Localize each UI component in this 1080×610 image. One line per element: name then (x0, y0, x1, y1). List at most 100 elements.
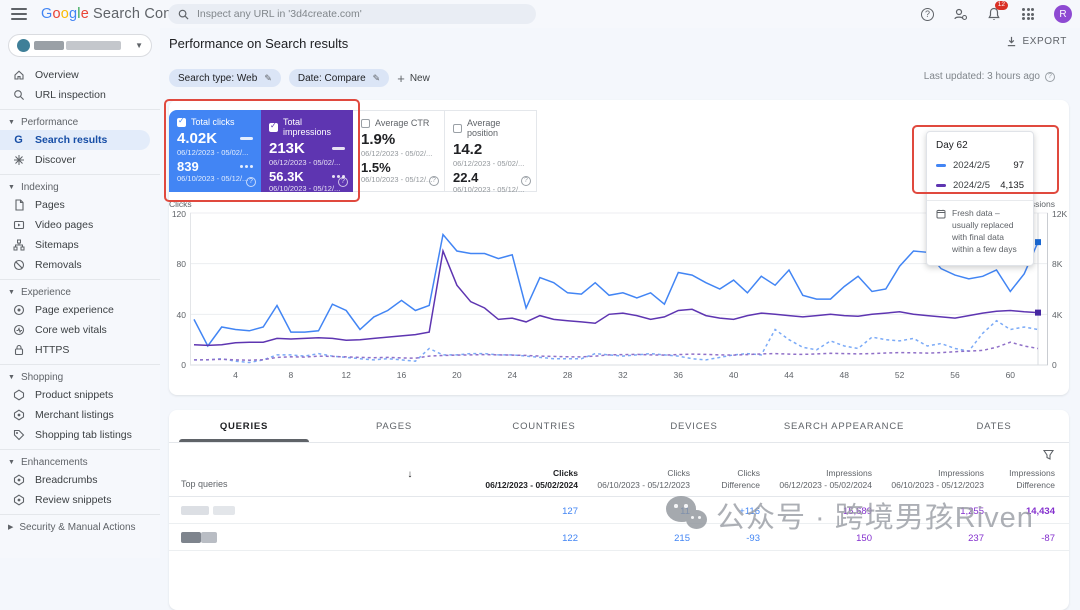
section-security-manual-actions[interactable]: ▶Security & Manual Actions (0, 519, 160, 535)
sidebar-item-discover[interactable]: Discover (0, 150, 160, 170)
x-axis-tick: 16 (397, 370, 406, 380)
column-header-clicks-range1[interactable]: ↓ Clicks06/12/2023 - 05/02/2024 (485, 467, 578, 493)
notifications-bell-icon[interactable]: 12 (986, 6, 1002, 22)
avatar[interactable]: R (1054, 5, 1072, 23)
tag-icon (12, 429, 25, 442)
tab-devices[interactable]: DEVICES (619, 410, 769, 442)
card-value-primary: 1.9% (361, 132, 395, 148)
section-performance[interactable]: ▼Performance (0, 114, 160, 130)
cell-impressions-range1: 15,689 (843, 506, 872, 517)
tooltip-value: 97 (1013, 160, 1024, 171)
column-header-impressions-difference[interactable]: ImpressionsDifference (1009, 467, 1055, 493)
column-header-clicks-range2[interactable]: Clicks06/10/2023 - 05/12/2023 (597, 467, 690, 493)
section-title: Enhancements (21, 457, 88, 468)
sidebar-item-label: Discover (35, 154, 76, 166)
sidebar-item-breadcrumbs[interactable]: Breadcrumbs (0, 470, 160, 490)
cell-impressions-range1: 150 (856, 533, 872, 544)
card-value-compare: 1.5% (361, 161, 391, 175)
table-row[interactable]: 122 215 -93 150 237 -87 (169, 524, 1069, 551)
x-axis-tick: 48 (840, 370, 849, 380)
metric-card-total-impressions[interactable]: Total impressions 213K 06/12/2023 - 05/0… (261, 110, 353, 192)
section-shopping[interactable]: ▼Shopping (0, 369, 160, 385)
card-range-compare: 06/10/2023 - 05/12/... (177, 174, 253, 183)
sidebar-item-label: Sitemaps (35, 239, 79, 251)
x-axis-tick: 8 (288, 370, 293, 380)
edit-pencil-icon: ✎ (264, 73, 272, 84)
menu-icon[interactable] (11, 8, 27, 20)
sidebar-item-url-inspection[interactable]: URL inspection (0, 85, 160, 105)
sidebar-item-search-results[interactable]: G Search results (0, 130, 150, 150)
search-icon (178, 9, 189, 20)
sidebar-item-review-snippets[interactable]: Review snippets (0, 490, 160, 510)
apps-grid-icon[interactable] (1020, 6, 1036, 22)
chart-canvas[interactable] (190, 213, 1048, 365)
tab-countries[interactable]: COUNTRIES (469, 410, 619, 442)
column-header-impressions-range1[interactable]: Impressions06/12/2023 - 05/02/2024 (779, 467, 872, 493)
manage-users-icon[interactable] (952, 6, 968, 22)
sidebar-item-label: Review snippets (35, 494, 111, 506)
card-label: Total clicks (191, 117, 235, 127)
export-button[interactable]: EXPORT (1006, 36, 1067, 47)
x-axis-tick: 24 (507, 370, 516, 380)
card-range-compare: 06/10/2023 - 05/12/... (269, 184, 345, 193)
sidebar-item-pages[interactable]: Pages (0, 195, 160, 215)
filter-chip-date[interactable]: Date: Compare ✎ (289, 69, 389, 87)
cell-impressions-difference: -87 (1041, 533, 1055, 544)
property-name-redacted (66, 41, 121, 50)
help-icon[interactable]: ? (921, 8, 934, 21)
info-icon[interactable]: ? (246, 177, 256, 187)
chart-series (194, 235, 1038, 347)
section-experience[interactable]: ▼Experience (0, 284, 160, 300)
property-selector[interactable]: ▼ (8, 34, 152, 57)
sidebar-item-product-snippets[interactable]: Product snippets (0, 385, 160, 405)
metric-card-total-clicks[interactable]: Total clicks 4.02K 06/12/2023 - 05/02/..… (169, 110, 261, 192)
plus-icon: + (397, 71, 405, 86)
table-row[interactable]: 127 11 +116 15,689 1,255 14,434 (169, 497, 1069, 524)
chevron-down-icon: ▼ (8, 459, 15, 466)
new-filter-button[interactable]: + New (397, 71, 430, 86)
info-icon[interactable]: ? (521, 176, 531, 186)
logo-letter: o (61, 6, 69, 22)
section-indexing[interactable]: ▼Indexing (0, 179, 160, 195)
column-header-clicks-difference[interactable]: ClicksDifference (721, 467, 760, 493)
checkbox-unchecked-icon[interactable] (453, 124, 462, 133)
filter-chip-search-type[interactable]: Search type: Web ✎ (169, 69, 281, 87)
sidebar-item-merchant-listings[interactable]: Merchant listings (0, 405, 160, 425)
sidebar-item-video-pages[interactable]: Video pages (0, 215, 160, 235)
sidebar-item-core-web-vitals[interactable]: Core web vitals (0, 320, 160, 340)
info-icon[interactable]: ? (338, 177, 348, 187)
chevron-down-icon: ▼ (8, 289, 15, 296)
sidebar-item-sitemaps[interactable]: Sitemaps (0, 235, 160, 255)
sidebar-item-shopping-tab-listings[interactable]: Shopping tab listings (0, 425, 160, 445)
column-header-impressions-range2[interactable]: Impressions06/10/2023 - 05/12/2023 (891, 467, 984, 493)
cell-impressions-range2: 1,255 (960, 506, 984, 517)
y-axis-tick-right: 4K (1052, 310, 1062, 320)
x-axis-tick: 60 (1006, 370, 1015, 380)
sidebar-item-page-experience[interactable]: Page experience (0, 300, 160, 320)
sidebar-item-removals[interactable]: Removals (0, 255, 160, 275)
checkbox-unchecked-icon[interactable] (361, 119, 370, 128)
tab-queries[interactable]: QUERIES (169, 410, 319, 442)
url-inspect-search-input[interactable]: Inspect any URL in '3d4create.com' (168, 4, 536, 24)
dashed-line-legend-icon (240, 165, 253, 168)
filter-funnel-icon[interactable] (1042, 448, 1055, 461)
solid-line-legend-icon (240, 137, 253, 140)
x-axis-tick: 36 (674, 370, 683, 380)
info-icon[interactable]: ? (429, 176, 439, 186)
sidebar-item-https[interactable]: HTTPS (0, 340, 160, 360)
info-icon[interactable]: ? (1045, 72, 1055, 82)
section-enhancements[interactable]: ▼ Enhancements (0, 454, 160, 470)
metric-card-average-ctr[interactable]: Average CTR 1.9% 06/12/2023 - 05/02/... … (353, 110, 445, 192)
chart-series (194, 251, 1038, 345)
tab-search-appearance[interactable]: SEARCH APPEARANCE (769, 410, 919, 442)
metric-card-average-position[interactable]: Average position 14.2 06/12/2023 - 05/02… (445, 110, 537, 192)
checkbox-checked-icon[interactable] (177, 118, 186, 127)
tab-dates[interactable]: DATES (919, 410, 1069, 442)
column-header-top-queries[interactable]: Top queries (181, 479, 228, 489)
checkbox-checked-icon[interactable] (269, 123, 278, 132)
y-axis-tick-right: 0 (1052, 360, 1057, 370)
sidebar-item-label: Merchant listings (35, 409, 114, 421)
tab-pages[interactable]: PAGES (319, 410, 469, 442)
sidebar-item-overview[interactable]: Overview (0, 65, 160, 85)
divider (0, 514, 160, 515)
